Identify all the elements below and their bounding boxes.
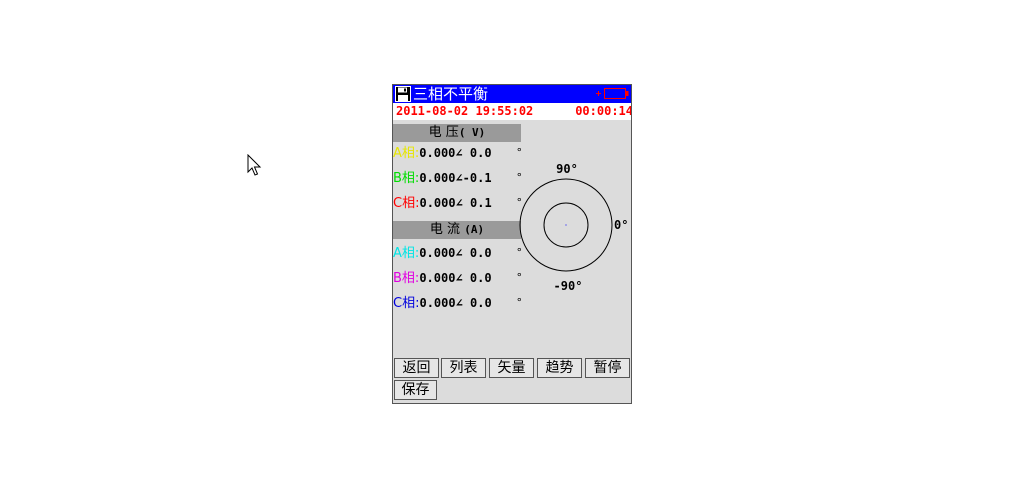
angle-value: 0.0 xyxy=(462,146,492,160)
magnitude-value: 0.000 xyxy=(419,271,456,285)
voltage-heading: 电 压( V) xyxy=(393,124,521,142)
phasor-label-90: 90° xyxy=(556,162,578,176)
phasor-diagram: 90° 0° -90° xyxy=(519,162,628,293)
angle-symbol: ∠ xyxy=(455,171,463,185)
status-bar: 2011-08-02 19:55:02 00:00:14 xyxy=(393,103,631,120)
angle-value: 0.0 xyxy=(462,296,492,310)
angle-symbol: ∠ xyxy=(455,271,463,285)
trend-button[interactable]: 趋势 xyxy=(537,358,582,378)
phasor-label-minus-90: -90° xyxy=(554,279,583,293)
back-button[interactable]: 返回 xyxy=(394,358,439,378)
angle-symbol: ∠ xyxy=(455,196,463,210)
angle-value: 0.1 xyxy=(462,196,492,210)
voltage-unit-label: ( V) xyxy=(458,126,486,139)
phase-label: C相: xyxy=(393,296,420,311)
mouse-cursor-icon xyxy=(247,154,262,176)
voltage-heading-label: 电 压 xyxy=(428,125,459,140)
current-heading-label: 电 流 xyxy=(429,222,461,237)
magnitude-value: 0.000 xyxy=(419,171,456,185)
phasor-origin xyxy=(565,224,567,226)
save-button[interactable]: 保存 xyxy=(394,380,437,400)
vector-button[interactable]: 矢量 xyxy=(489,358,534,378)
phase-label: A相: xyxy=(393,246,420,261)
angle-symbol: ∠ xyxy=(455,146,463,160)
magnitude-value: 0.000 xyxy=(419,196,456,210)
angle-symbol: ∠ xyxy=(455,246,463,260)
battery-icon xyxy=(596,88,629,99)
voltage-phase-c-row: C相:0.000∠ 0.1 ° xyxy=(393,194,523,212)
magnitude-value: 0.000 xyxy=(419,246,456,260)
magnitude-value: 0.000 xyxy=(419,146,456,160)
floppy-disk-icon xyxy=(395,86,411,102)
elapsed-time-readout: 00:00:14 xyxy=(575,104,632,118)
magnitude-value: 0.000 xyxy=(419,296,456,310)
pause-button[interactable]: 暂停 xyxy=(585,358,630,378)
angle-value: 0.0 xyxy=(462,271,492,285)
angle-value: -0.1 xyxy=(462,171,492,185)
current-phase-a-row: A相:0.000∠ 0.0 ° xyxy=(393,244,523,262)
current-unit-label: (A) xyxy=(464,223,485,236)
current-phase-b-row: B相:0.000∠ 0.0 ° xyxy=(393,269,523,287)
phase-label: B相: xyxy=(393,271,420,286)
phase-label: A相: xyxy=(393,146,420,161)
angle-value: 0.0 xyxy=(462,246,492,260)
voltage-phase-a-row: A相:0.000∠ 0.0 ° xyxy=(393,144,523,162)
current-heading: 电 流 (A) xyxy=(393,221,521,239)
voltage-phase-b-row: B相:0.000∠-0.1 ° xyxy=(393,169,523,187)
phasor-label-0: 0° xyxy=(614,218,628,232)
datetime-readout: 2011-08-02 19:55:02 xyxy=(396,104,534,118)
instrument-screen: 三相不平衡 2011-08-02 19:55:02 00:00:14 电 压( … xyxy=(392,84,632,404)
page-title: 三相不平衡 xyxy=(413,85,489,103)
angle-symbol: ∠ xyxy=(455,296,463,310)
phase-label: B相: xyxy=(393,171,420,186)
current-phase-c-row: C相:0.000∠ 0.0 ° xyxy=(393,294,523,312)
list-button[interactable]: 列表 xyxy=(441,358,486,378)
phase-label: C相: xyxy=(393,196,420,211)
title-bar: 三相不平衡 xyxy=(393,85,631,103)
